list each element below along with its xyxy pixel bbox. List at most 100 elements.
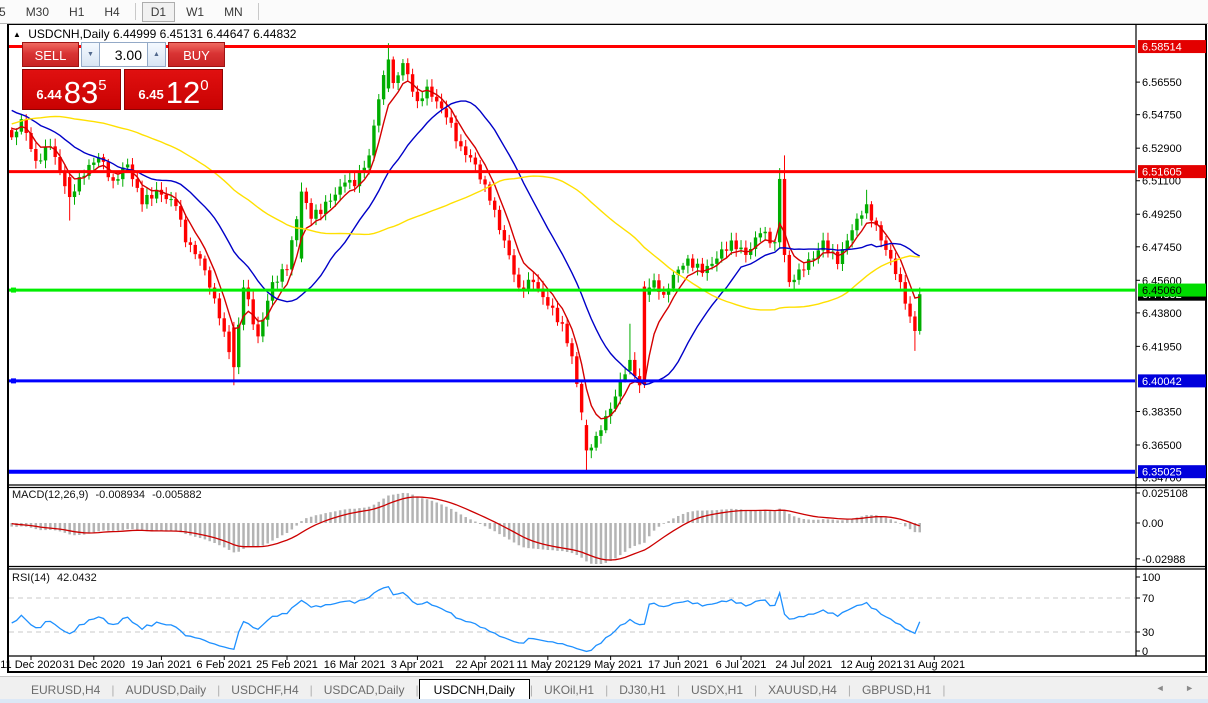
candle — [39, 160, 42, 161]
candle — [198, 254, 201, 258]
timeframe-toolbar: 5M30H1H4 D1W1MN — [0, 0, 1208, 24]
candle — [469, 155, 472, 158]
candle — [92, 163, 95, 165]
tab-gbpusd-h1[interactable]: GBPUSD,H1 — [851, 680, 942, 700]
price-axis-tick: 6.36500 — [1142, 440, 1182, 452]
date-axis-label: 19 Jan 2021 — [131, 659, 192, 671]
toolbar-separator — [135, 3, 136, 20]
tab-xauusd-h4[interactable]: XAUUSD,H4 — [757, 680, 848, 700]
candle — [261, 320, 264, 337]
candle — [498, 210, 501, 230]
volume-decrease-button[interactable]: ▼ — [81, 42, 100, 67]
buy-price-big: 12 — [166, 79, 200, 106]
candle — [507, 240, 510, 255]
tab-usdchf-h4[interactable]: USDCHF,H4 — [220, 680, 309, 700]
candle — [377, 99, 380, 125]
tab-usdcad-daily[interactable]: USDCAD,Daily — [313, 680, 416, 700]
macd-signal-value: -0.005882 — [152, 489, 202, 501]
mt4-window: 6.565506.547506.529006.511006.492506.474… — [0, 0, 1208, 703]
candle — [425, 87, 428, 99]
candle — [218, 298, 221, 318]
timeframe-button-5[interactable]: 5 — [0, 3, 15, 21]
timeframe-button-m30[interactable]: M30 — [17, 3, 58, 21]
candle — [136, 179, 139, 188]
timeframe-button-d1[interactable]: D1 — [142, 2, 175, 22]
macd-axis-tick: -0.02988 — [1142, 554, 1185, 566]
date-axis-label: 6 Feb 2021 — [196, 659, 252, 671]
volume-increase-button[interactable]: ▲ — [147, 42, 166, 67]
candle — [280, 269, 283, 282]
candle — [913, 316, 916, 330]
sell-button[interactable]: SELL — [22, 42, 79, 67]
tabs-scroll-right-icon[interactable]: ► — [1185, 683, 1194, 693]
chart-symbol-label: USDCNH,Daily — [28, 27, 109, 41]
buy-price-prefix: 6.45 — [138, 87, 163, 102]
volume-spinner: ▼ ▲ — [81, 42, 166, 67]
candle — [314, 210, 317, 219]
candle — [532, 280, 535, 282]
candle — [145, 195, 148, 204]
candle — [788, 255, 791, 282]
timeframe-button-h4[interactable]: H4 — [95, 3, 128, 21]
timeframe-button-h1[interactable]: H1 — [60, 3, 93, 21]
toolbar-separator — [258, 3, 259, 20]
volume-input[interactable] — [100, 42, 147, 67]
tab-usdcnh-daily[interactable]: USDCNH,Daily — [419, 679, 530, 701]
line-handle[interactable] — [11, 378, 16, 383]
candle — [778, 179, 781, 242]
tab-usdx-h1[interactable]: USDX,H1 — [680, 680, 754, 700]
sell-price-display[interactable]: 6.44 83 5 — [22, 69, 121, 110]
rsi-axis-tick: 70 — [1142, 593, 1154, 605]
candle — [44, 147, 47, 161]
candle — [165, 195, 168, 199]
candle — [223, 318, 226, 331]
rsi-axis-tick: 30 — [1142, 627, 1154, 639]
tab-ukoil-h1[interactable]: UKOil,H1 — [533, 680, 605, 700]
rsi-name: RSI(14) — [12, 572, 50, 584]
candle — [483, 179, 486, 184]
candle — [367, 155, 370, 167]
tabs-scroll-left-icon[interactable]: ◄ — [1156, 683, 1165, 693]
buy-price-display[interactable]: 6.45 12 0 — [124, 69, 223, 110]
date-axis-label: 6 Jul 2021 — [716, 659, 767, 671]
candle — [841, 249, 844, 264]
candle — [290, 240, 293, 269]
date-axis-label: 24 Jul 2021 — [775, 659, 832, 671]
candle — [334, 195, 337, 201]
svg-text:6.51605: 6.51605 — [1142, 167, 1182, 179]
candle — [536, 282, 539, 289]
tab-audusd-daily[interactable]: AUDUSD,Daily — [114, 680, 217, 700]
candle — [116, 179, 119, 181]
candle — [623, 374, 626, 380]
macd-axis-tick: 0.00 — [1142, 518, 1163, 530]
tab-dj30-h1[interactable]: DJ30,H1 — [608, 680, 677, 700]
candle — [561, 322, 564, 324]
candle — [343, 183, 346, 187]
candle — [406, 63, 409, 74]
candle — [918, 294, 921, 331]
candle — [464, 146, 467, 155]
buy-button[interactable]: BUY — [168, 42, 225, 67]
line-handle[interactable] — [11, 288, 16, 293]
collapse-chart-icon[interactable]: ▲ — [13, 30, 21, 39]
macd-name: MACD(12,26,9) — [12, 489, 88, 501]
candle — [904, 282, 907, 304]
status-strip — [0, 699, 1208, 703]
candle — [203, 259, 206, 271]
candle — [590, 448, 593, 451]
candle — [580, 384, 583, 413]
candle — [300, 192, 303, 259]
candle — [454, 123, 457, 141]
chart-title: ▲ USDCNH,Daily 6.44999 6.45131 6.44647 6… — [13, 27, 296, 41]
timeframe-button-mn[interactable]: MN — [215, 3, 252, 21]
tab-eurusd-h4[interactable]: EURUSD,H4 — [20, 680, 111, 700]
one-click-trading-panel: SELL ▼ ▲ BUY 6.44 83 5 6.45 12 0 — [22, 42, 225, 110]
candle — [570, 343, 573, 356]
price-axis-tick: 6.49250 — [1142, 209, 1182, 221]
macd-value: -0.008934 — [95, 489, 145, 501]
candle — [324, 202, 327, 214]
candle — [372, 126, 375, 156]
timeframe-button-w1[interactable]: W1 — [177, 3, 213, 21]
date-axis-label: 29 May 2021 — [579, 659, 643, 671]
svg-text:6.58514: 6.58514 — [1142, 42, 1182, 54]
